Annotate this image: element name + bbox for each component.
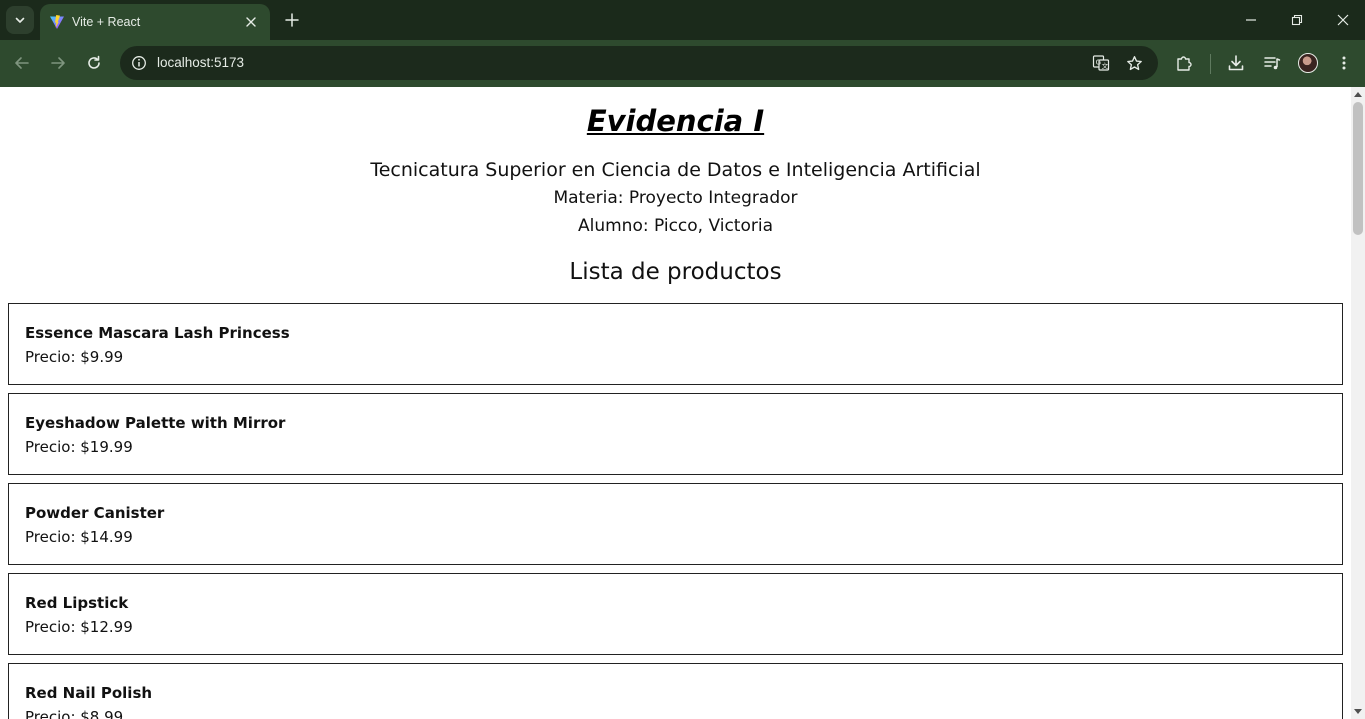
chevron-down-icon <box>15 17 25 23</box>
product-list: Essence Mascara Lash Princess Precio: $9… <box>8 303 1343 719</box>
product-price: Precio: $9.99 <box>25 348 124 366</box>
address-bar[interactable]: localhost:5173 G文 <box>120 46 1158 80</box>
product-price: Precio: $14.99 <box>25 528 133 546</box>
subject-text: Materia: Proyecto Integrador <box>553 188 798 208</box>
url-text: localhost:5173 <box>157 55 245 70</box>
product-card: Red Nail Polish Precio: $8.99 <box>8 663 1343 719</box>
plus-icon <box>285 13 299 27</box>
scroll-down-arrow-icon[interactable] <box>1354 709 1362 714</box>
media-control-icon <box>1264 57 1281 70</box>
tab-strip: Vite + React <box>0 0 1365 40</box>
arrow-right-icon <box>51 57 65 69</box>
product-card: Powder Canister Precio: $14.99 <box>8 483 1343 565</box>
reload-icon <box>88 55 100 69</box>
product-card: Red Lipstick Precio: $12.99 <box>8 573 1343 655</box>
tab-close-button[interactable] <box>242 13 260 31</box>
restore-button[interactable] <box>1274 0 1320 40</box>
product-card: Eyeshadow Palette with Mirror Precio: $1… <box>8 393 1343 475</box>
site-info-button[interactable] <box>130 54 148 72</box>
vertical-scrollbar[interactable] <box>1351 87 1365 719</box>
arrow-left-icon <box>15 57 29 69</box>
bookmark-button[interactable] <box>1122 51 1146 75</box>
translate-button[interactable]: G文 <box>1089 51 1113 75</box>
close-icon <box>1337 14 1349 26</box>
avatar[interactable] <box>1298 53 1318 73</box>
product-list-heading: Lista de productos <box>569 259 782 285</box>
star-icon <box>1126 55 1142 70</box>
scrollbar-thumb[interactable] <box>1353 102 1363 235</box>
downloads-button[interactable] <box>1222 49 1250 77</box>
svg-text:文: 文 <box>1102 61 1109 70</box>
new-tab-button[interactable] <box>281 9 303 31</box>
product-name: Red Nail Polish <box>25 684 153 702</box>
product-name: Red Lipstick <box>25 594 129 612</box>
media-control-button[interactable] <box>1258 49 1286 77</box>
kebab-menu-icon <box>1342 56 1346 70</box>
minimize-icon <box>1246 19 1256 21</box>
product-price: Precio: $19.99 <box>25 438 133 456</box>
product-name: Essence Mascara Lash Princess <box>25 324 290 342</box>
back-button[interactable] <box>8 49 36 77</box>
info-icon <box>132 56 146 70</box>
puzzle-icon <box>1177 56 1192 71</box>
tab-title: Vite + React <box>72 15 141 29</box>
tab-search-button[interactable] <box>6 6 34 34</box>
translate-icon: G文 <box>1092 55 1110 71</box>
close-icon <box>246 17 256 27</box>
tab-active[interactable]: Vite + React <box>40 4 270 40</box>
svg-text:G: G <box>1096 59 1101 67</box>
forward-button[interactable] <box>44 49 72 77</box>
page-title: Evidencia I <box>586 104 765 138</box>
page-viewport: Evidencia I Tecnicatura Superior en Cien… <box>0 87 1365 719</box>
product-price: Precio: $8.99 <box>25 708 124 719</box>
restore-icon <box>1291 14 1303 26</box>
scroll-up-arrow-icon[interactable] <box>1354 92 1362 97</box>
product-name: Powder Canister <box>25 504 165 522</box>
browser-toolbar: localhost:5173 G文 <box>0 40 1365 87</box>
reload-button[interactable] <box>80 49 108 77</box>
close-window-button[interactable] <box>1320 0 1365 40</box>
career-text: Tecnicatura Superior en Ciencia de Datos… <box>370 159 981 181</box>
download-icon <box>1228 55 1244 71</box>
toolbar-separator <box>1210 54 1211 74</box>
student-text: Alumno: Picco, Victoria <box>577 216 774 236</box>
product-card: Essence Mascara Lash Princess Precio: $9… <box>8 303 1343 385</box>
extensions-button[interactable] <box>1170 49 1198 77</box>
minimize-button[interactable] <box>1228 0 1274 40</box>
vite-logo-icon <box>50 15 64 29</box>
browser-menu-button[interactable] <box>1330 49 1358 77</box>
product-price: Precio: $12.99 <box>25 618 133 636</box>
product-name: Eyeshadow Palette with Mirror <box>25 414 286 432</box>
